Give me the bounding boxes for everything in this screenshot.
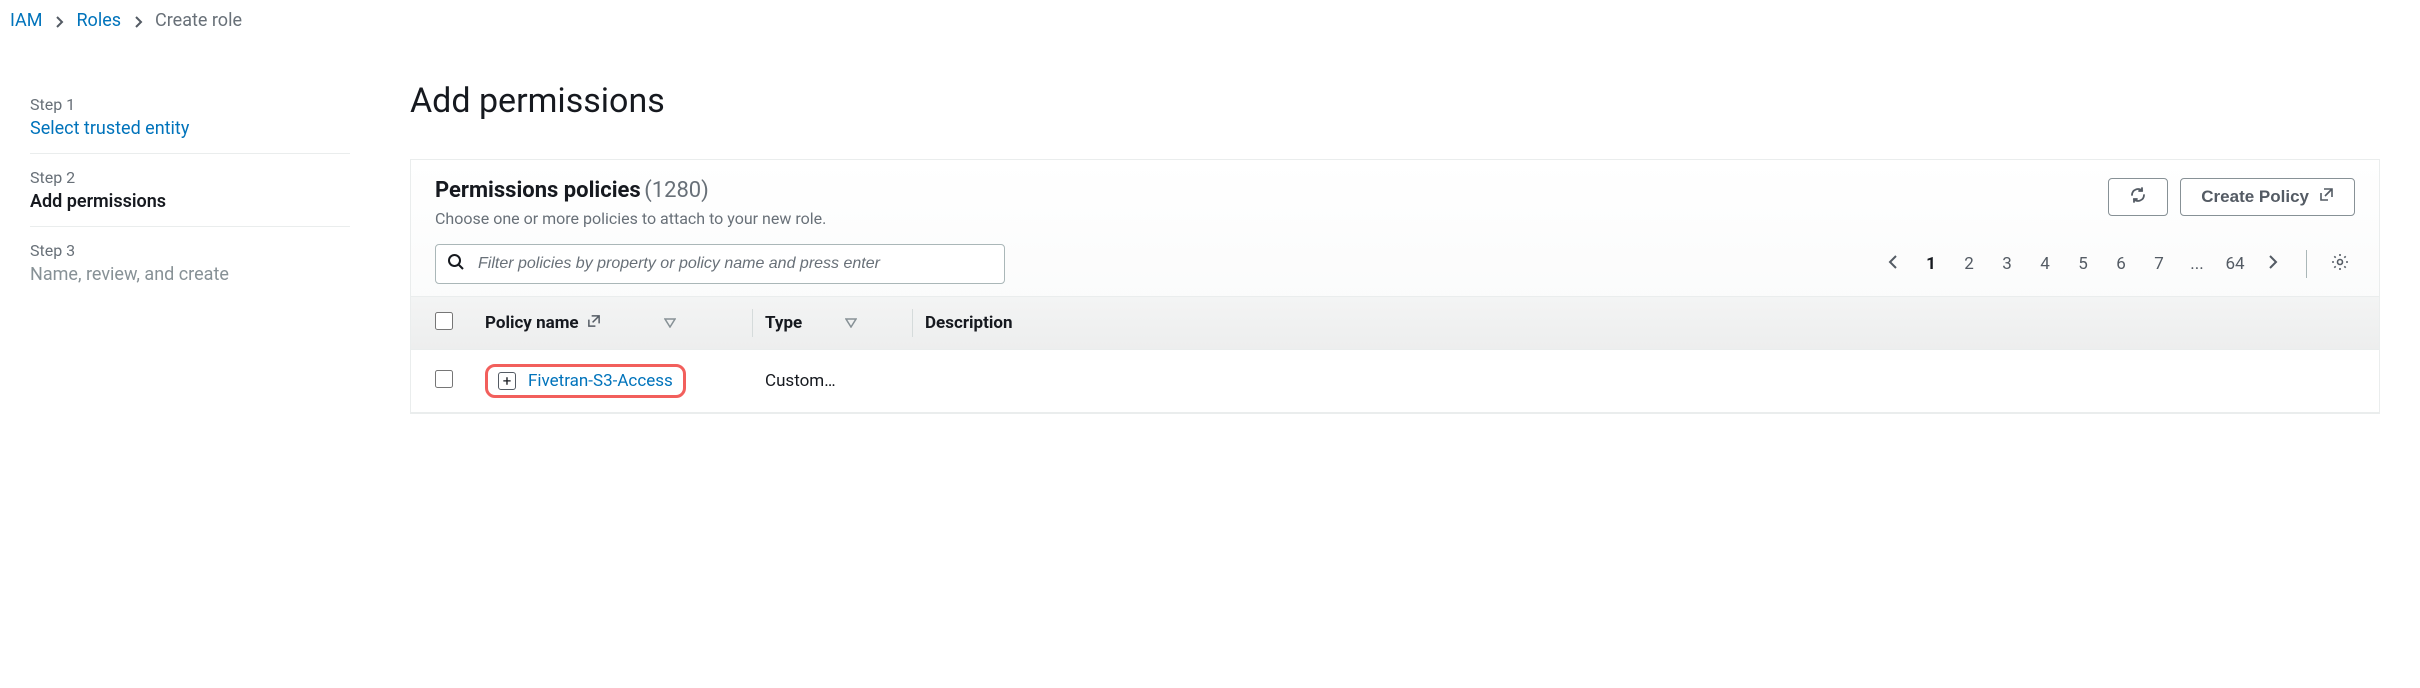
create-policy-button[interactable]: Create Policy [2180, 178, 2355, 216]
search-icon [447, 253, 465, 275]
chevron-right-icon [134, 14, 147, 30]
page-ellipsis: ... [2182, 249, 2212, 279]
page-6[interactable]: 6 [2106, 249, 2136, 279]
step-number: Step 3 [30, 241, 350, 260]
page-7[interactable]: 7 [2144, 249, 2174, 279]
gear-icon [2331, 253, 2349, 276]
col-divider [752, 309, 753, 337]
breadcrumb-iam[interactable]: IAM [10, 10, 43, 31]
step-title: Select trusted entity [30, 118, 350, 139]
refresh-icon [2129, 186, 2147, 209]
table-row: + Fivetran-S3-Access Custom… [411, 350, 2379, 413]
page-5[interactable]: 5 [2068, 249, 2098, 279]
col-description[interactable]: Description [925, 313, 1012, 333]
page-next[interactable] [2258, 249, 2288, 279]
panel-description: Choose one or more policies to attach to… [435, 209, 826, 228]
select-all-checkbox[interactable] [435, 312, 453, 330]
col-divider [912, 309, 913, 337]
refresh-button[interactable] [2108, 178, 2168, 216]
col-policy-name[interactable]: Policy name [485, 313, 579, 333]
page-1[interactable]: 1 [1916, 249, 1946, 279]
step-1[interactable]: Step 1 Select trusted entity [30, 81, 350, 154]
chevron-right-icon [55, 14, 68, 30]
policy-name-link[interactable]: Fivetran-S3-Access [528, 371, 673, 391]
breadcrumb: IAM Roles Create role [0, 0, 2420, 61]
page-prev[interactable] [1878, 249, 1908, 279]
page-last[interactable]: 64 [2220, 249, 2250, 279]
external-link-icon [587, 313, 601, 333]
step-number: Step 2 [30, 168, 350, 187]
wizard-steps: Step 1 Select trusted entity Step 2 Add … [20, 81, 370, 414]
pagination: 1 2 3 4 5 6 7 ... 64 [1878, 249, 2355, 279]
step-title: Name, review, and create [30, 264, 350, 285]
chevron-left-icon [1888, 254, 1898, 274]
external-link-icon [2319, 187, 2334, 207]
page-title: Add permissions [410, 81, 2380, 121]
page-2[interactable]: 2 [1954, 249, 1984, 279]
sort-icon[interactable] [845, 313, 869, 333]
step-2: Step 2 Add permissions [30, 154, 350, 227]
policy-count: (1280) [644, 178, 709, 203]
breadcrumb-current: Create role [155, 10, 242, 31]
chevron-right-icon [2268, 254, 2278, 274]
expand-icon[interactable]: + [498, 372, 516, 390]
row-checkbox[interactable] [435, 370, 453, 388]
highlight-annotation: + Fivetran-S3-Access [485, 364, 686, 398]
divider [2306, 250, 2307, 278]
create-policy-label: Create Policy [2201, 187, 2309, 207]
policy-type: Custom… [765, 371, 925, 391]
permissions-panel: Permissions policies (1280) Choose one o… [410, 159, 2380, 414]
page-3[interactable]: 3 [1992, 249, 2022, 279]
sort-icon[interactable] [664, 313, 688, 333]
table-header: Policy name Type [411, 296, 2379, 350]
step-3: Step 3 Name, review, and create [30, 227, 350, 299]
breadcrumb-roles[interactable]: Roles [76, 10, 121, 31]
policy-search-input[interactable] [435, 244, 1005, 284]
table-settings-button[interactable] [2325, 249, 2355, 279]
step-title: Add permissions [30, 191, 350, 212]
panel-title: Permissions policies [435, 178, 641, 203]
col-type[interactable]: Type [765, 313, 802, 333]
page-4[interactable]: 4 [2030, 249, 2060, 279]
step-number: Step 1 [30, 95, 350, 114]
